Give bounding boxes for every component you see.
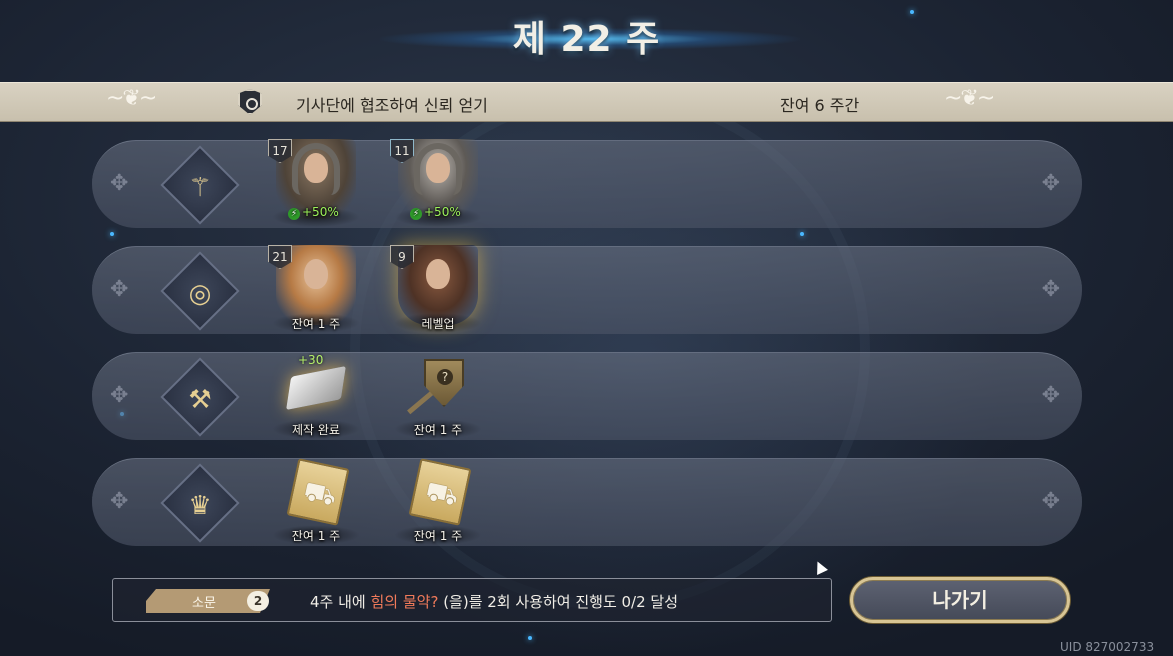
crown-icon: ♛: [188, 490, 212, 521]
ornament-icon: ✥: [1041, 277, 1060, 302]
slot-status: 잔여 1 주: [291, 529, 341, 543]
category-badge: ⚚: [160, 145, 240, 225]
slot-status: 레벨업: [421, 317, 455, 331]
quest-highlight: 힘의 물약?: [370, 593, 439, 611]
row-royal: ✥ ✥ ♛ 잔여 1 주 잔여 1 주: [92, 458, 1082, 546]
character-slot[interactable]: 11 ⚡ +50%: [390, 139, 486, 229]
week-title: 제 22 주: [512, 19, 661, 60]
item-slot[interactable]: 잔여 1 주: [390, 457, 486, 547]
bolt-icon: ⚡: [288, 208, 300, 220]
exit-button[interactable]: 나가기: [850, 577, 1070, 623]
spark: [110, 232, 114, 236]
item-slot[interactable]: 잔여 1 주: [390, 351, 486, 441]
row-training: ✥ ✥ ◎ 21 잔여 1 주 9 레벨업: [92, 245, 1082, 335]
ornament-icon: ✥: [110, 277, 129, 302]
ingot-icon: [286, 365, 346, 411]
category-badge: ◎: [160, 251, 240, 331]
category-badge: ♛: [160, 463, 240, 543]
anvil-icon: ⚒: [188, 384, 212, 415]
ornament-icon: ✥: [1041, 383, 1060, 408]
quest-description: 4주 내에 힘의 물약? (을)를 2회 사용하여 진행도 0/2 달성: [310, 593, 679, 611]
buff-label: ⚡ +50%: [410, 205, 461, 220]
flourish-right-icon: ~❦~: [944, 86, 995, 111]
ornament-icon: ✥: [110, 171, 129, 196]
uid-label: UID 827002733: [1060, 640, 1155, 654]
ornament-icon: ✥: [1041, 489, 1060, 514]
mouse-cursor-icon: [812, 559, 828, 575]
spark: [800, 232, 804, 236]
flourish-left-icon: ~❦~: [106, 86, 157, 111]
rumor-count-badge: 2: [247, 591, 269, 611]
character-slot[interactable]: 9 레벨업: [390, 245, 486, 335]
objective-banner: [0, 82, 1173, 122]
slot-status: 잔여 1 주: [413, 529, 463, 543]
slot-status: 제작 완료: [292, 423, 340, 437]
row-knights: ✥ ✥ ⚚ 17 ⚡ +50% 11 ⚡ +50%: [92, 139, 1082, 229]
ornament-icon: ✥: [110, 383, 129, 408]
buff-label: ⚡ +50%: [288, 205, 339, 220]
ornament-icon: ✥: [110, 489, 129, 514]
caduceus-icon: ⚚: [188, 172, 212, 203]
remaining-weeks: 잔여 6 주간: [780, 96, 860, 115]
item-slot[interactable]: +30 제작 완료: [268, 351, 364, 441]
character-slot[interactable]: 17 ⚡ +50%: [268, 139, 364, 229]
bolt-icon: ⚡: [410, 208, 422, 220]
wagon-card-icon: [286, 458, 350, 526]
bonus-label: +30: [298, 353, 324, 367]
objective-text: 기사단에 협조하여 신뢰 얻기: [296, 96, 488, 115]
ornament-icon: ✥: [1041, 171, 1060, 196]
rumor-label: 소문: [192, 596, 216, 611]
slot-status: 잔여 1 주: [413, 423, 463, 437]
mystery-shield-icon: [424, 359, 464, 407]
character-slot[interactable]: 21 잔여 1 주: [268, 245, 364, 335]
slot-status: 잔여 1 주: [291, 317, 341, 331]
spark: [528, 636, 532, 640]
item-slot[interactable]: 잔여 1 주: [268, 457, 364, 547]
category-badge: ⚒: [160, 357, 240, 437]
wagon-card-icon: [408, 458, 472, 526]
row-crafting: ✥ ✥ ⚒ +30 제작 완료 잔여 1 주: [92, 352, 1082, 440]
target-icon: ◎: [188, 278, 212, 309]
